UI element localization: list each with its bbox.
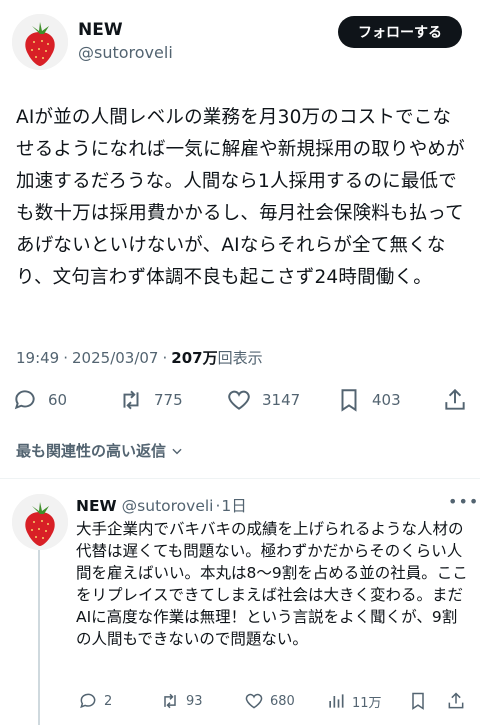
- reply-like-count: 680: [270, 693, 295, 709]
- speech-bubble-icon: [14, 390, 35, 410]
- reply-share-action[interactable]: [446, 691, 466, 711]
- retweet-count: 775: [154, 391, 183, 409]
- retweet-action[interactable]: 775: [118, 387, 183, 413]
- like-action[interactable]: 3147: [226, 387, 300, 413]
- heart-icon: [228, 390, 250, 410]
- tweet-meta: 19:49 · 2025/03/07 · 207万 回表示: [16, 347, 263, 368]
- reply-like-action[interactable]: 680: [244, 691, 295, 711]
- reply-author-avatar[interactable]: [12, 494, 68, 550]
- reply-retweet-action[interactable]: 93: [160, 691, 203, 711]
- tweet-date[interactable]: 2025/03/07: [72, 349, 158, 367]
- reply-header: NEW @sutoroveli · 1日: [76, 494, 247, 516]
- thread-line: [38, 550, 40, 725]
- reply-sort-dropdown[interactable]: 最も関連性の高い返信: [16, 440, 184, 461]
- tweet-text: AIが並の人間レベルの業務を月30万のコストでこなせるようになれば一気に解雇や新…: [16, 107, 465, 288]
- views-label: 回表示: [217, 349, 263, 367]
- author-handle[interactable]: @sutoroveli: [78, 43, 173, 62]
- retweet-arrows-icon: [123, 390, 139, 410]
- reply-action[interactable]: 60: [12, 387, 67, 413]
- views-count: 207万: [171, 349, 218, 367]
- heart-icon: [245, 693, 263, 709]
- reply-reply-count: 2: [104, 693, 113, 709]
- bookmark-count: 403: [372, 391, 401, 409]
- reply-author-handle[interactable]: @sutoroveli: [122, 497, 214, 515]
- share-upload-icon: [445, 388, 465, 410]
- bookmark-action[interactable]: 403: [336, 387, 401, 413]
- reply-author-name[interactable]: NEW: [76, 497, 117, 515]
- reply-text: 大手企業内でバキバキの成績を上げられるような人材の代替は遅くても問題ない。極わず…: [76, 520, 468, 648]
- tweet-time[interactable]: 19:49: [16, 349, 59, 367]
- reply-views-count: 11万: [352, 695, 382, 711]
- strawberry-avatar-image: [12, 14, 68, 70]
- speech-bubble-icon: [80, 693, 96, 709]
- reply-sort-label: 最も関連性の高い返信: [16, 442, 167, 460]
- bookmark-icon: [412, 692, 424, 710]
- chevron-down-icon: [172, 448, 182, 454]
- reply-views-action[interactable]: 11万: [326, 691, 382, 711]
- author-avatar[interactable]: [12, 14, 68, 70]
- share-action[interactable]: [442, 387, 468, 413]
- reply-retweet-count: 93: [186, 693, 203, 709]
- meta-separator: ·: [63, 349, 69, 367]
- bar-chart-icon: [329, 694, 344, 708]
- bookmark-icon: [341, 389, 357, 412]
- meta-separator: ·: [162, 349, 168, 367]
- strawberry-avatar-image: [12, 494, 68, 550]
- reply-age[interactable]: 1日: [221, 494, 246, 516]
- meta-separator: ·: [215, 497, 221, 515]
- more-dots-icon[interactable]: •••: [448, 492, 479, 511]
- divider: [0, 478, 480, 479]
- reply-count: 60: [48, 391, 68, 409]
- retweet-arrows-icon: [164, 693, 176, 709]
- share-upload-icon: [448, 692, 464, 709]
- like-count: 3147: [262, 391, 301, 409]
- reply-bookmark-action[interactable]: [408, 691, 428, 711]
- author-name[interactable]: NEW: [78, 20, 123, 40]
- reply-reply-action[interactable]: 2: [78, 691, 112, 711]
- follow-button[interactable]: フォローする: [338, 16, 462, 48]
